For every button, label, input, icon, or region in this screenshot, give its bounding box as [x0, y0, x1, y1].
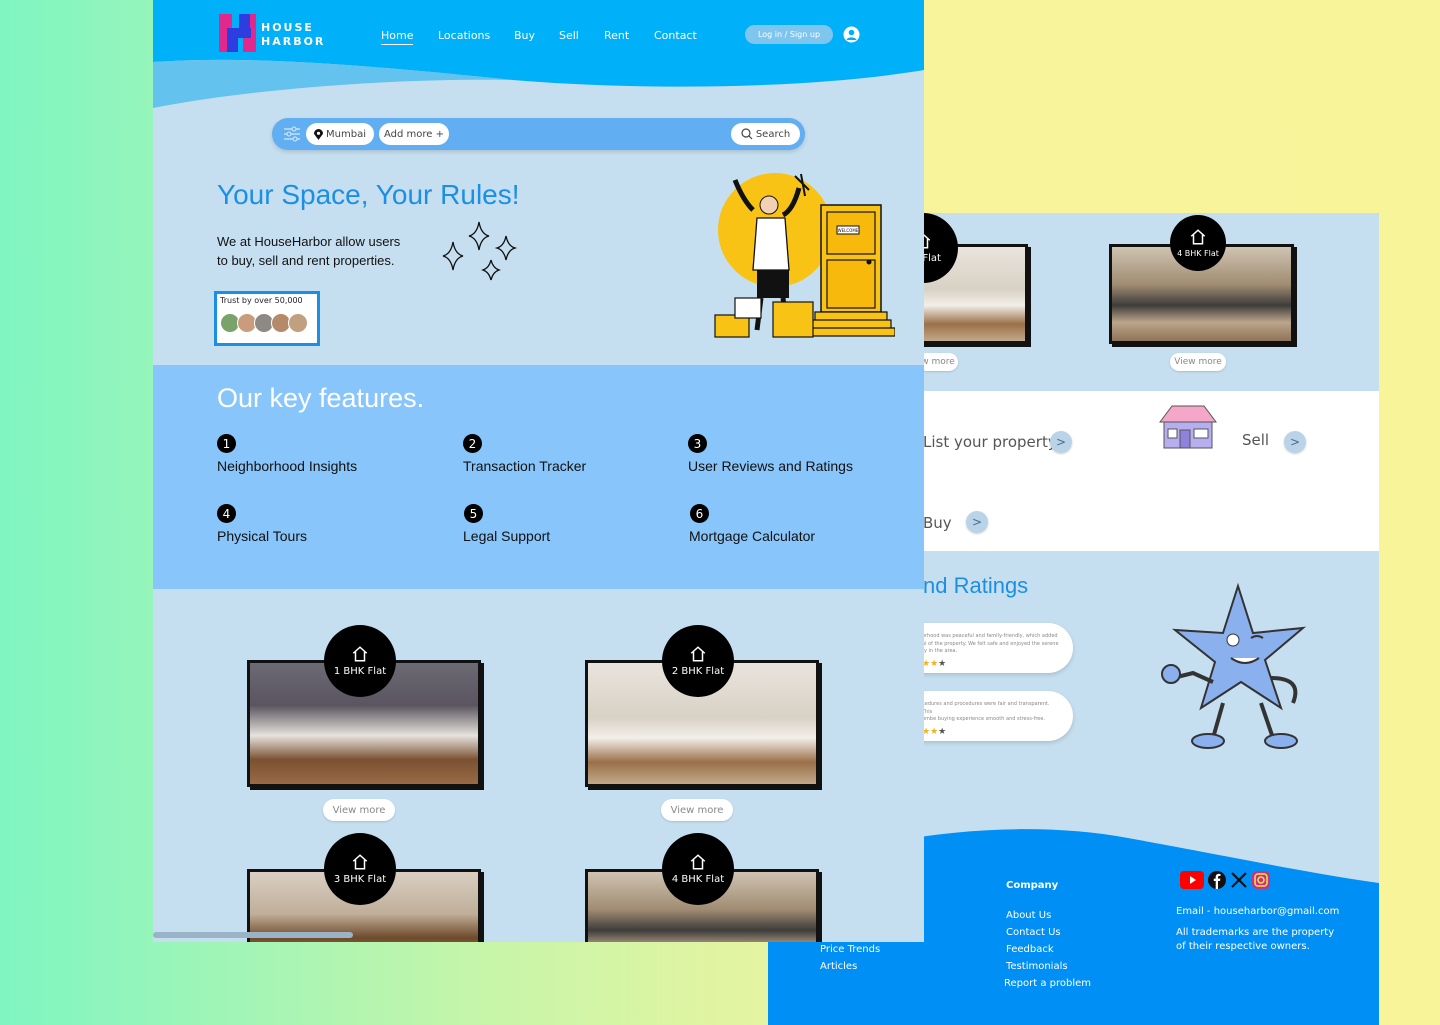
footer-link-report[interactable]: Report a problem [1004, 978, 1091, 989]
trust-badge: Trust by over 50,000 [214, 291, 320, 346]
search-icon [741, 128, 753, 140]
review-text: orhood was peaceful and family-friendly,… [922, 633, 1058, 639]
feature-number-badge: 5 [464, 504, 483, 523]
location-chip-label: Mumbai [326, 128, 366, 140]
feature-number-badge: 1 [217, 434, 236, 453]
review-stars: ★★★ [922, 726, 947, 737]
listing-badge-label: 4 BHK Flat [671, 874, 725, 885]
horizontal-scrollbar[interactable] [153, 932, 353, 938]
house-illustration-icon [1159, 405, 1217, 449]
footer-link[interactable]: Articles [820, 961, 857, 972]
hero-subtitle: We at HouseHarbor allow users to buy, se… [217, 234, 401, 268]
footer-link[interactable]: Price Trends [820, 944, 880, 955]
user-avatars [217, 313, 317, 333]
nav-buy[interactable]: Buy [514, 29, 535, 42]
facebook-icon[interactable] [1208, 871, 1226, 889]
listing-badge-label: 3 BHK Flat [333, 874, 387, 885]
listing-badge: 4 BHK Flat [1170, 215, 1226, 271]
list-property-label: List your property [923, 433, 1057, 451]
review-text: ombe buying experience smooth and stress… [922, 716, 1046, 722]
listing-badge: 3 BHK Flat [324, 833, 396, 905]
nav-home[interactable]: Home [381, 29, 414, 45]
listing-badge: 4 BHK Flat [662, 833, 734, 905]
location-pin-icon [314, 128, 324, 140]
brand-name: HOUSE HARBOR [261, 21, 326, 48]
login-signup-button[interactable]: Log in / Sign up [745, 25, 833, 44]
review-stars: ★★★ [922, 658, 947, 669]
listing-badge-label: 2 BHK Flat [671, 666, 725, 677]
footer-trademark: All trademarks are the property [1176, 927, 1335, 938]
instagram-icon[interactable] [1252, 871, 1270, 889]
star-mascot-icon [1161, 582, 1307, 749]
view-more-button[interactable]: View more [661, 799, 733, 821]
nav-rent[interactable]: Rent [604, 29, 629, 42]
view-more-button[interactable]: View more [1170, 353, 1226, 371]
feature-user-reviews: User Reviews and Ratings [688, 458, 853, 474]
house-icon [690, 854, 706, 870]
feature-neighborhood-insights: Neighborhood Insights [217, 458, 358, 474]
feature-transaction-tracker: Transaction Tracker [463, 458, 587, 474]
footer-email: Email - househarbor@gmail.com [1176, 906, 1340, 917]
feature-number-badge: 4 [217, 504, 236, 523]
house-icon [1190, 229, 1206, 245]
review-text: cedures and procedures were fair and tra… [922, 701, 1050, 715]
social-icons [1180, 871, 1270, 889]
feature-number-badge: 2 [463, 434, 482, 453]
listing-badge-label: 1 BHK Flat [333, 666, 387, 677]
reviews-title: nd Ratings [923, 573, 1029, 598]
footer-link-about[interactable]: About Us [1006, 910, 1051, 921]
sparkles-icon [442, 221, 518, 281]
buy-arrow[interactable]: > [966, 511, 988, 533]
feature-legal-support: Legal Support [463, 528, 551, 544]
footer-link-feedback[interactable]: Feedback [1006, 944, 1054, 955]
footer-company-heading: Company [1006, 880, 1059, 891]
nav-contact[interactable]: Contact [654, 29, 697, 42]
listing-badge: 1 BHK Flat [324, 625, 396, 697]
svg-text:WELCOME: WELCOME [838, 228, 859, 233]
house-icon [352, 646, 368, 662]
list-property-arrow[interactable]: > [1050, 431, 1072, 453]
hero-title: Your Space, Your Rules! [217, 179, 520, 210]
view-more-button[interactable]: View more [323, 799, 395, 821]
add-more-chip[interactable]: Add more + [379, 123, 449, 145]
trust-label: Trust by over 50,000 [220, 296, 303, 305]
view-more-button[interactable]: w more [918, 353, 958, 371]
search-button[interactable]: Search [731, 123, 800, 145]
feature-mortgage-calculator: Mortgage Calculator [689, 528, 816, 544]
filter-icon[interactable] [283, 125, 301, 143]
search-button-label: Search [755, 128, 791, 140]
buy-label: Buy [923, 514, 952, 532]
footer-trademark: of their respective owners. [1176, 941, 1310, 952]
location-chip[interactable]: Mumbai [306, 123, 374, 145]
feature-number-badge: 3 [688, 434, 707, 453]
x-icon[interactable] [1230, 871, 1248, 889]
house-harbor-logo[interactable] [219, 14, 256, 52]
house-icon [352, 854, 368, 870]
footer-link-contact[interactable]: Contact Us [1006, 927, 1061, 938]
footer-link-testimonials[interactable]: Testimonials [1006, 961, 1068, 972]
house-icon [690, 646, 706, 662]
welcome-door-illustration: WELCOME [714, 173, 895, 338]
review-text: al of the property. We felt safe and enj… [922, 640, 1059, 647]
nav-locations[interactable]: Locations [438, 29, 490, 42]
nav-sell[interactable]: Sell [559, 29, 579, 42]
review-text: ty in the area. [922, 648, 958, 654]
feature-physical-tours: Physical Tours [217, 528, 308, 544]
features-title: Our key features. [217, 383, 425, 413]
sell-label: Sell [1242, 431, 1270, 449]
listing-badge-label: 4 BHK Flat [1177, 249, 1219, 258]
front-page: HOUSE HARBOR Home Locations Buy Sell Ren… [153, 0, 924, 942]
sell-arrow[interactable]: > [1284, 431, 1306, 453]
youtube-icon[interactable] [1180, 871, 1204, 889]
feature-number-badge: 6 [690, 504, 709, 523]
listing-badge: 2 BHK Flat [662, 625, 734, 697]
user-icon[interactable] [843, 26, 860, 43]
avatar [288, 313, 308, 333]
header-background [153, 0, 924, 108]
